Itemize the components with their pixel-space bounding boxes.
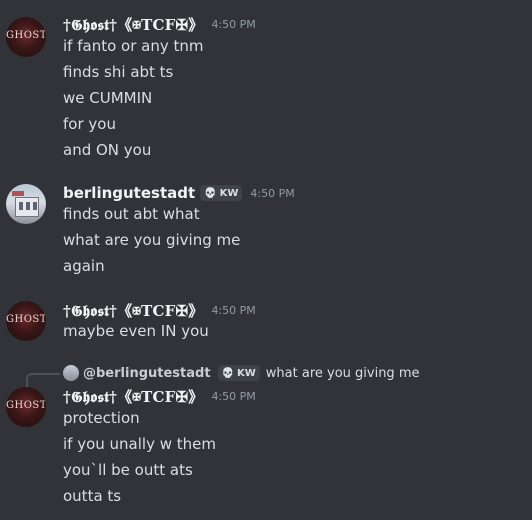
timestamp: 4:50 PM: [211, 389, 256, 403]
building-icon: [15, 197, 39, 217]
skull-icon: 💀: [221, 367, 234, 379]
username[interactable]: †𝕲𝖍𝖔𝖘𝖙†《✠TCF✠》: [63, 386, 203, 407]
message-line: for you: [63, 115, 116, 133]
message-line: and ON you: [63, 141, 152, 159]
message-line: what are you giving me: [63, 231, 241, 249]
skull-icon: 💀: [204, 187, 217, 199]
timestamp: 4:50 PM: [250, 186, 295, 200]
avatar-text: GHOST: [6, 400, 46, 411]
message-header: †𝕲𝖍𝖔𝖘𝖙†《✠TCF✠》 4:50 PM: [63, 386, 256, 406]
avatar-text: GHOST: [6, 314, 46, 325]
username[interactable]: †𝕲𝖍𝖔𝖘𝖙†《✠TCF✠》: [63, 300, 203, 321]
message-line: if you unally w them: [63, 435, 216, 453]
timestamp: 4:50 PM: [211, 303, 256, 317]
tag-label: KW: [237, 367, 256, 379]
message-line: again: [63, 257, 105, 275]
message-line: outta ts: [63, 487, 122, 505]
timestamp: 4:50 PM: [211, 17, 256, 31]
username[interactable]: †𝕲𝖍𝖔𝖘𝖙†《✠TCF✠》: [63, 14, 203, 35]
username[interactable]: berlingutestadt: [63, 184, 195, 202]
tag-label: KW: [219, 187, 239, 199]
reply-author[interactable]: @berlingutestadt: [83, 366, 211, 381]
reply-content: what are you giving me: [265, 365, 420, 381]
message-header: †𝕲𝖍𝖔𝖘𝖙†《✠TCF✠》 4:50 PM: [63, 14, 256, 34]
message-header: †𝕲𝖍𝖔𝖘𝖙†《✠TCF✠》 4:50 PM: [63, 300, 256, 320]
avatar-text: GHOST: [6, 30, 46, 41]
message-line: finds out abt what: [63, 205, 200, 223]
reply-role-tag: 💀 KW: [217, 365, 260, 381]
message-line: if fanto or any tnm: [63, 37, 204, 55]
reply-spine: [26, 373, 60, 387]
role-tag[interactable]: 💀 KW: [200, 185, 243, 201]
avatar[interactable]: [6, 184, 46, 224]
message-line: maybe even IN you: [63, 322, 209, 340]
message-line: we CUMMIN: [63, 89, 153, 107]
avatar-detail: [12, 191, 24, 196]
message-header: berlingutestadt 💀 KW 4:50 PM: [63, 183, 295, 203]
reply-avatar: [63, 365, 79, 381]
message-line: finds shi abt ts: [63, 63, 174, 81]
message-line: protection: [63, 409, 140, 427]
message-line: you`ll be outt ats: [63, 461, 193, 479]
reply-preview[interactable]: @berlingutestadt 💀 KW what are you givin…: [63, 364, 419, 382]
avatar[interactable]: GHOST: [6, 301, 46, 341]
avatar[interactable]: GHOST: [6, 387, 46, 427]
avatar[interactable]: GHOST: [6, 17, 46, 57]
